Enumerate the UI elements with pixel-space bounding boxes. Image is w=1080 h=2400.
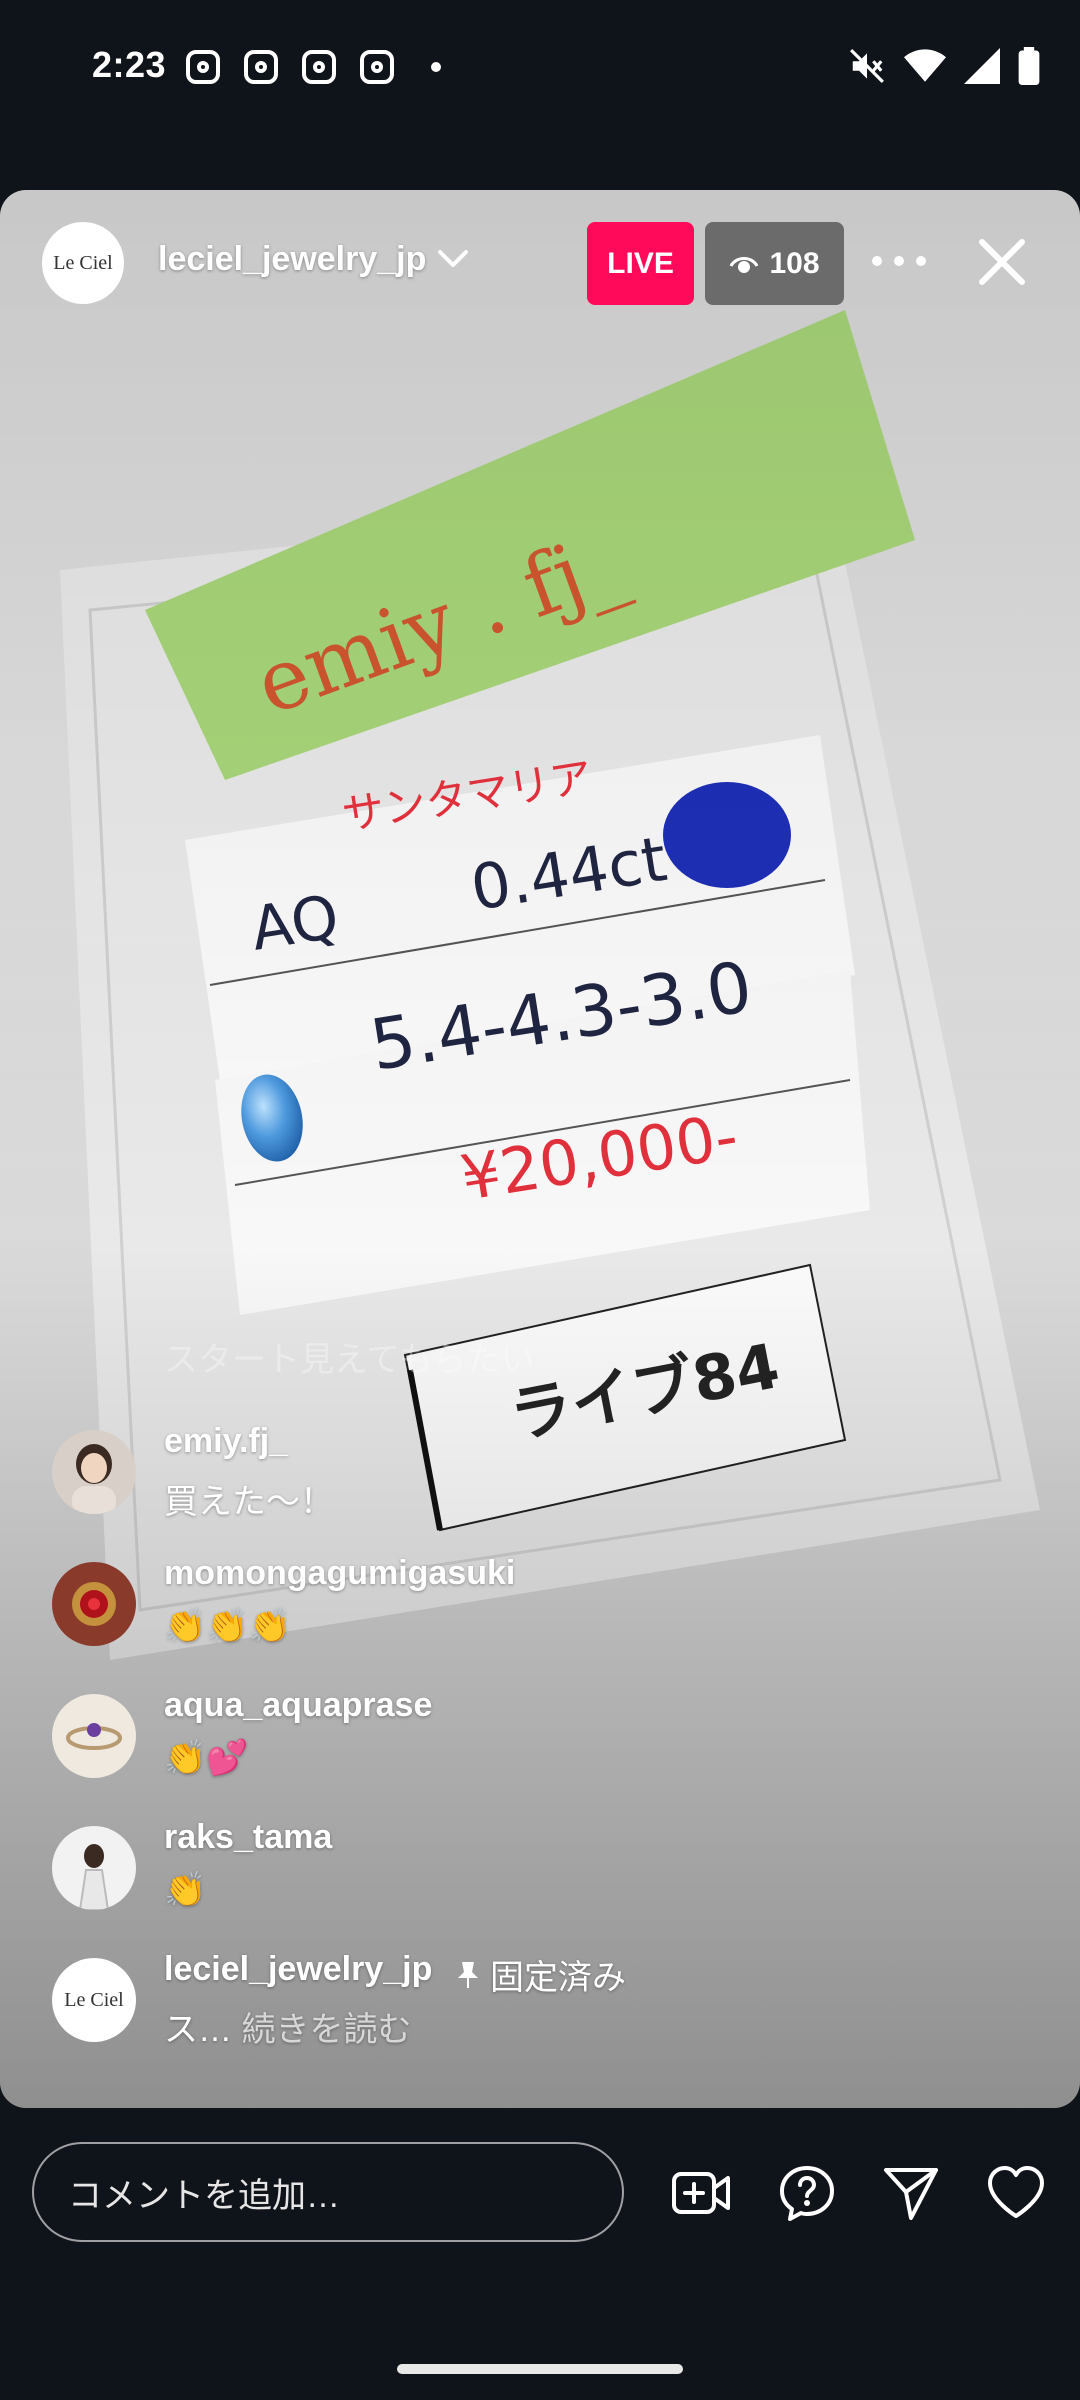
faded-comment: スタート見えてもらたい bbox=[164, 1341, 535, 1379]
send-icon[interactable] bbox=[880, 2162, 942, 2224]
viewer-count-badge[interactable]: 108 bbox=[705, 222, 844, 305]
live-label: LIVE bbox=[607, 246, 674, 280]
host-avatar[interactable]: Le Ciel bbox=[42, 222, 124, 304]
instagram-icon bbox=[244, 50, 278, 84]
comment-username[interactable]: emiy.fj_ bbox=[164, 1422, 288, 1461]
dot bbox=[894, 256, 904, 266]
comment-input[interactable]: コメントを追加… bbox=[32, 2142, 624, 2242]
signal-icon bbox=[964, 48, 1000, 84]
comment-text: 👏 bbox=[164, 1871, 207, 1909]
pinned-text: 固定済み bbox=[490, 1959, 626, 1997]
eye-icon bbox=[730, 256, 759, 273]
host-avatar-logo: Le Ciel bbox=[64, 1988, 124, 2011]
question-icon[interactable] bbox=[776, 2162, 838, 2224]
comment-username[interactable]: raks_tama bbox=[164, 1818, 332, 1857]
comment-text: 👏👏👏 bbox=[164, 1607, 292, 1645]
home-indicator[interactable] bbox=[397, 2364, 683, 2374]
comment-text: 買えた〜！ bbox=[164, 1483, 334, 1521]
pin-icon bbox=[458, 1961, 478, 1988]
heart-icon[interactable] bbox=[985, 2162, 1047, 2224]
avatar bbox=[52, 1562, 136, 1646]
viewer-count: 108 bbox=[769, 246, 820, 280]
avatar bbox=[52, 1430, 136, 1514]
more-options-button[interactable] bbox=[872, 236, 926, 286]
status-bar: 2:23 bbox=[0, 0, 1080, 135]
comment-text: ス… 続きを読む bbox=[164, 2002, 411, 2051]
close-icon[interactable] bbox=[972, 232, 1032, 292]
comment-item[interactable]: raks_tama 👏 bbox=[52, 1818, 1012, 1928]
status-time: 2:23 bbox=[92, 44, 167, 85]
comment-item[interactable]: aqua_aquaprase 👏💕 bbox=[52, 1686, 1012, 1796]
comment-item[interactable]: emiy.fj_ 買えた〜！ bbox=[52, 1422, 1012, 1532]
comment-username[interactable]: aqua_aquaprase bbox=[164, 1686, 432, 1725]
stone-text: AQ bbox=[246, 882, 343, 965]
comment-placeholder: コメントを追加… bbox=[68, 2176, 340, 2215]
avatar bbox=[52, 1826, 136, 1910]
instagram-icon bbox=[360, 50, 394, 84]
dot bbox=[916, 256, 926, 266]
mute-icon bbox=[850, 49, 884, 83]
host-avatar-logo: Le Ciel bbox=[53, 251, 113, 274]
host-avatar: Le Ciel bbox=[52, 1958, 136, 2042]
live-top-bar: Le Ciel leciel_jewelry_jp LIVE 108 bbox=[0, 190, 1080, 330]
pinned-comment[interactable]: Le Ciel leciel_jewelry_jp 固定済み ス… 続きを読む bbox=[52, 1950, 1012, 2060]
avatar bbox=[52, 1694, 136, 1778]
pinned-preview: ス… bbox=[164, 2011, 232, 2049]
live-video-panel[interactable]: emiy . fj_ サンタマリア AQ 0.44ct 5.4-4.3-3.0 … bbox=[0, 190, 1080, 2108]
wifi-icon bbox=[904, 49, 946, 82]
instagram-icon bbox=[186, 50, 220, 84]
battery-icon bbox=[1018, 47, 1040, 85]
host-username[interactable]: leciel_jewelry_jp bbox=[158, 240, 426, 279]
chevron-down-icon[interactable] bbox=[436, 246, 470, 272]
live-badge: LIVE bbox=[587, 222, 694, 305]
pinned-label: 固定済み bbox=[456, 1950, 626, 1999]
comment-username[interactable]: leciel_jewelry_jp bbox=[164, 1950, 432, 1989]
add-video-icon[interactable] bbox=[670, 2162, 732, 2224]
more-notifications-dot bbox=[431, 62, 441, 72]
instagram-icon bbox=[302, 50, 336, 84]
comment-text: 👏💕 bbox=[164, 1739, 249, 1777]
comment-username[interactable]: momongagumigasuki bbox=[164, 1554, 515, 1593]
comment-item[interactable]: momongagumigasuki 👏👏👏 bbox=[52, 1554, 1012, 1664]
dot bbox=[872, 256, 882, 266]
status-right-icons bbox=[848, 46, 1040, 86]
read-more-link[interactable]: 続きを読む bbox=[241, 2011, 411, 2049]
